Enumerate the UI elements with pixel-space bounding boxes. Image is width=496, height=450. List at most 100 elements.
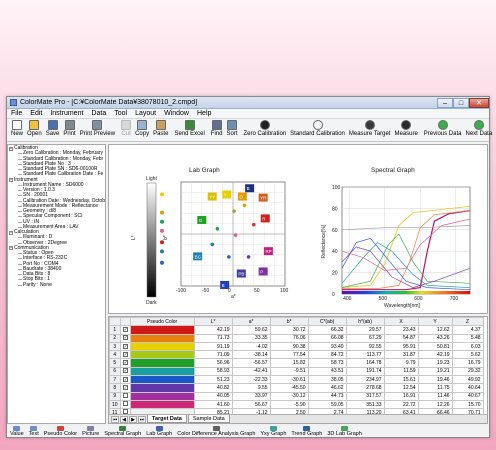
cell-y[interactable]: 43.26	[417, 333, 453, 343]
cell-x[interactable]: 9.79	[383, 358, 419, 368]
row-checkbox[interactable]: ✓	[122, 360, 128, 366]
cell-x[interactable]: 23.43	[383, 325, 419, 335]
row-checkbox[interactable]: ✓	[122, 326, 128, 332]
cell-c[interactable]: 38.05	[307, 375, 347, 385]
cell-l[interactable]: 91.19	[193, 341, 233, 352]
table-row[interactable]: 9 40.05 33.97 -30.12 44.73 317.57 16.91 11.46 40…	[109, 391, 484, 401]
cell-h[interactable]: 191.74	[345, 366, 385, 377]
pseudo-color-view-button[interactable]: Pseudo Color	[44, 426, 77, 437]
cell-y[interactable]: 42.19	[417, 350, 453, 360]
menu-tool[interactable]: Tool	[114, 110, 127, 117]
collapse-icon[interactable]: −	[9, 146, 13, 151]
cell-l[interactable]: 42.19	[193, 325, 233, 335]
cell-a[interactable]: -4.02	[231, 341, 271, 352]
menu-file[interactable]: File	[11, 110, 22, 117]
row-checkbox[interactable]: ✓	[122, 335, 128, 341]
sheet-nav-button[interactable]: ⏮	[111, 415, 119, 423]
minimize-button[interactable]: –	[437, 97, 453, 108]
row-number[interactable]: 8	[109, 383, 121, 393]
properties-tree[interactable]: − Calibration Zero Calibration : Monday, F…	[7, 144, 106, 424]
cell-z[interactable]: 6.03	[451, 341, 484, 352]
row-number[interactable]: 1	[109, 325, 121, 335]
column-header[interactable]: a*	[231, 317, 271, 327]
cell-l[interactable]: 71.73	[193, 333, 233, 343]
table-row[interactable]: 10 41.60 56.67 -5.90 59.05 351.33 22.72 12.26 15…	[109, 399, 484, 410]
cell-y[interactable]: 50.81	[417, 341, 453, 352]
row-number[interactable]: 2	[109, 333, 121, 343]
table-row[interactable]: 3 ✓ 91.19 -4.02 90.38 93.40 92.55 95.91 50.81 6.0…	[109, 341, 484, 352]
cell-h[interactable]: 29.57	[345, 325, 385, 335]
cell-y[interactable]: 12.62	[417, 325, 453, 335]
table-row[interactable]: 6 ✓ 58.93 -42.41 -9.51 43.51 191.74 11.59 19.21 2…	[109, 366, 484, 377]
measure-target-button[interactable]: Measure Target	[347, 120, 393, 137]
column-header[interactable]	[109, 317, 121, 327]
collapse-icon[interactable]: −	[9, 178, 13, 183]
table-row[interactable]: 4 ✓ 71.09 -38.14 77.54 84.72 113.77 31.87 42.19 5…	[109, 350, 484, 360]
cell-x[interactable]: 22.72	[383, 399, 419, 410]
cell-c[interactable]: 46.62	[307, 383, 347, 393]
table-row[interactable]: 5 ✓ 56.96 -56.57 15.82 58.73 164.78 9.79 19.23 16…	[109, 358, 484, 368]
row-checkbox[interactable]: ✓	[122, 351, 128, 357]
menu-instrument[interactable]: Instrument	[50, 110, 83, 117]
cell-a[interactable]: -22.33	[231, 375, 271, 385]
column-header[interactable]: Z	[451, 317, 484, 327]
new-button[interactable]: New	[9, 120, 25, 137]
title-bar[interactable]: ColorMate Pro - [C:¥ColorMate Data¥38078…	[7, 97, 489, 109]
cell-b[interactable]: -9.51	[269, 366, 309, 377]
cell-z[interactable]: 49.92	[451, 375, 484, 385]
cell-c[interactable]: 58.73	[307, 358, 347, 368]
cell-c[interactable]: 66.32	[307, 325, 347, 335]
cell-x[interactable]: 95.91	[383, 341, 419, 352]
sheet-nav-button[interactable]: ⏭	[138, 415, 146, 423]
row-checkbox[interactable]: ✓	[122, 343, 128, 349]
cell-y[interactable]: 19.46	[417, 375, 453, 385]
sheet-tab-sample-data[interactable]: Sample Data	[187, 415, 230, 423]
cell-a[interactable]: 33.97	[231, 391, 271, 401]
cell-b[interactable]: 30.72	[269, 325, 309, 335]
row-number[interactable]: 9	[109, 391, 121, 401]
cell-x[interactable]: 12.54	[383, 383, 419, 393]
cell-l[interactable]: 58.93	[193, 366, 233, 377]
print-preview-button[interactable]: Print Preview	[78, 120, 117, 137]
cell-z[interactable]: 16.79	[451, 358, 484, 368]
cell-b[interactable]: 15.82	[269, 358, 309, 368]
close-button[interactable]: ✕	[469, 97, 489, 108]
menu-window[interactable]: Window	[164, 110, 189, 117]
sheet-tab-target-data[interactable]: Target Data	[147, 415, 187, 423]
cell-h[interactable]: 67.29	[345, 333, 385, 343]
picture-view-button[interactable]: Picture	[82, 426, 99, 437]
cell-c[interactable]: 43.51	[307, 366, 347, 377]
row-checkbox[interactable]: ✓	[122, 376, 128, 382]
cell-x[interactable]: 31.87	[383, 350, 419, 360]
save-button[interactable]: Save	[44, 120, 62, 137]
row-number[interactable]: 3	[109, 341, 121, 352]
cell-x[interactable]: 11.59	[383, 366, 419, 377]
3d-lab-graph-view-button[interactable]: 3D Lab Graph	[327, 426, 362, 437]
cell-l[interactable]: 40.05	[193, 391, 233, 401]
cell-a[interactable]: 33.35	[231, 333, 271, 343]
cell-h[interactable]: 351.33	[345, 399, 385, 410]
cell-h[interactable]: 92.55	[345, 341, 385, 352]
row-checkbox[interactable]: ✓	[122, 368, 128, 374]
spectral-graph-view-button[interactable]: Spectral Graph	[104, 426, 141, 437]
cell-a[interactable]: 9.55	[231, 383, 271, 393]
value-view-button[interactable]: Value	[10, 426, 24, 437]
cell-z[interactable]: 5.62	[451, 350, 484, 360]
paste-button[interactable]: Paste	[151, 120, 170, 137]
cell-y[interactable]: 11.46	[417, 391, 453, 401]
row-checkbox[interactable]	[122, 393, 128, 398]
cell-b[interactable]: 77.54	[269, 350, 309, 360]
lab-graph-view-button[interactable]: Lab Graph	[146, 426, 172, 437]
column-header[interactable]: Y	[417, 317, 453, 327]
cell-z[interactable]: 40.64	[451, 383, 484, 393]
row-checkbox[interactable]	[122, 401, 128, 407]
yxy-graph-view-button[interactable]: Yxy Graph	[260, 426, 286, 437]
cell-y[interactable]: 11.75	[417, 383, 453, 393]
cell-b[interactable]: -30.61	[269, 375, 309, 385]
print-button[interactable]: Print	[61, 120, 77, 137]
menu-help[interactable]: Help	[197, 110, 211, 117]
sheet-nav-button[interactable]: ▶	[129, 415, 137, 423]
next-data-button[interactable]: Next Data	[463, 120, 494, 137]
table-row[interactable]: 2 ✓ 71.73 33.35 76.06 66.08 67.29 54.87 43.26 5.4…	[109, 333, 484, 343]
column-header[interactable]: b*	[269, 317, 309, 327]
